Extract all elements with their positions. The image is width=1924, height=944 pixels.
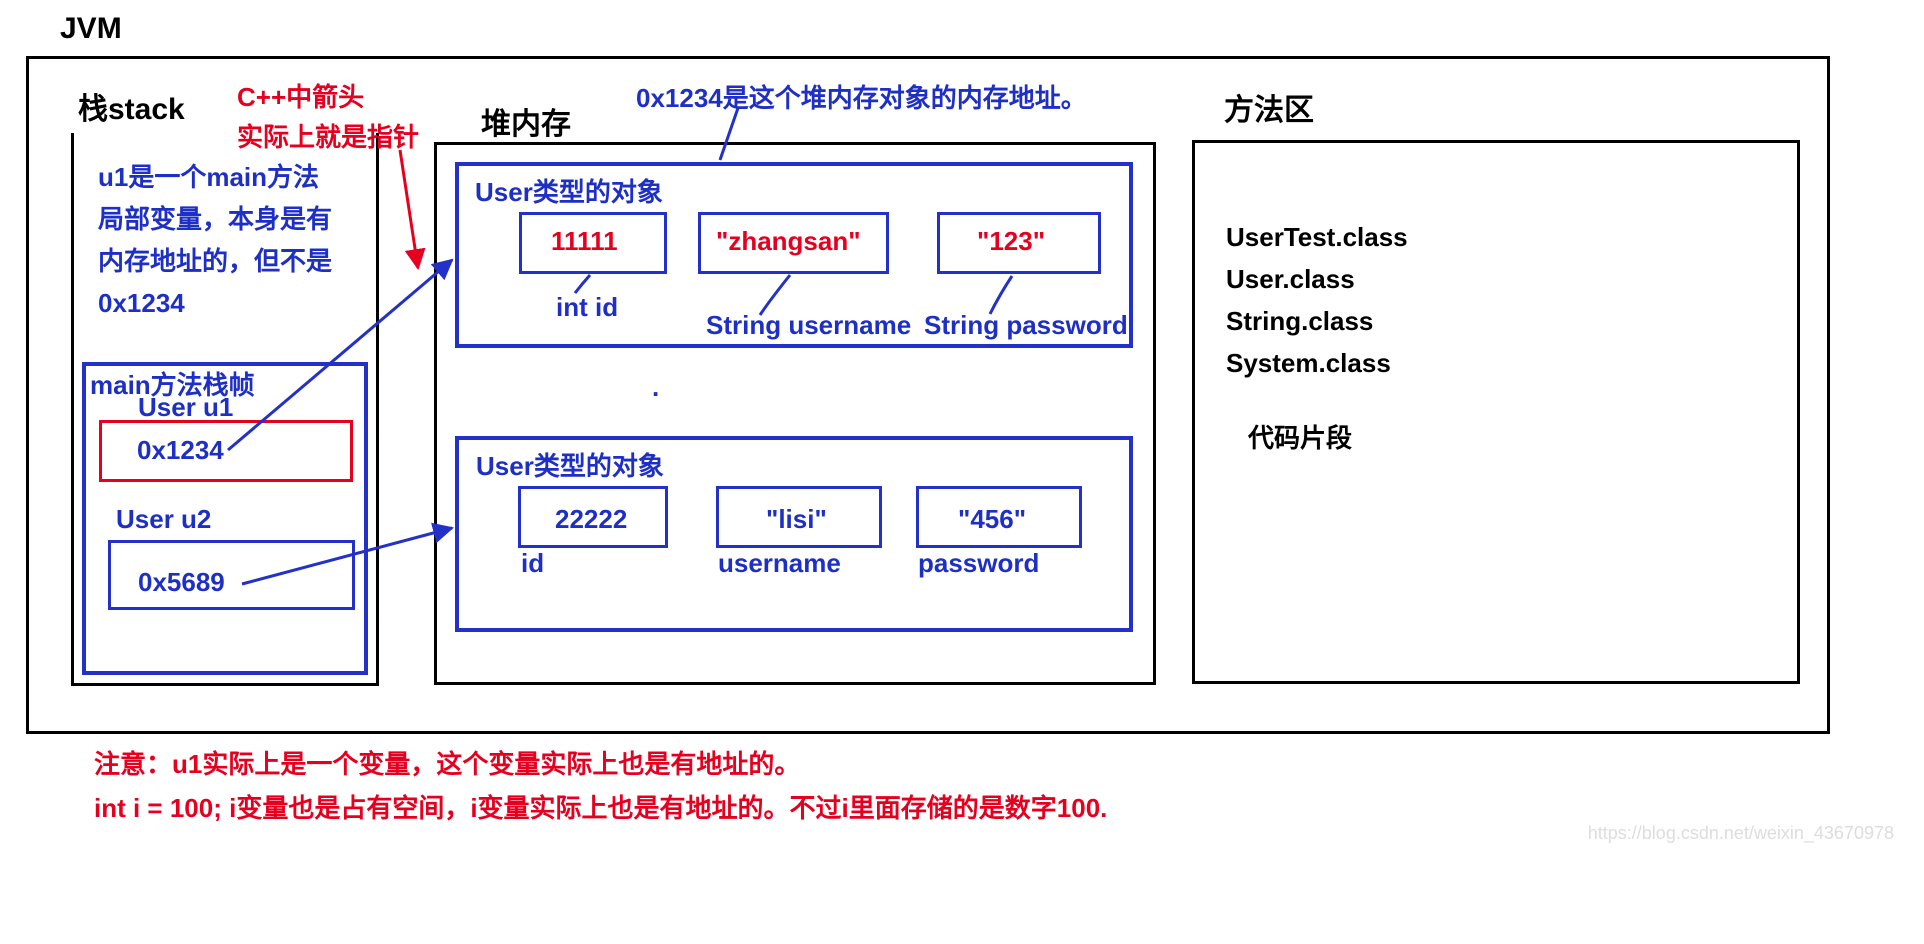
obj1-id-value: 11111 bbox=[551, 226, 618, 257]
obj1-username-label: String username bbox=[706, 310, 911, 341]
obj2-username-value: "lisi" bbox=[766, 504, 827, 535]
footer-note-2: int i = 100; i变量也是占有空间，i变量实际上也是有地址的。不过i里… bbox=[94, 788, 1107, 825]
stack-title: 栈stack bbox=[78, 84, 185, 128]
watermark: https://blog.csdn.net/weixin_43670978 bbox=[1588, 823, 1894, 844]
footer-note-1: 注意：u1实际上是一个变量，这个变量实际上也是有地址的。 bbox=[94, 744, 800, 781]
code-fragment-label: 代码片段 bbox=[1248, 418, 1352, 455]
obj2-title: User类型的对象 bbox=[476, 446, 664, 483]
obj1-password-label: String password bbox=[924, 310, 1128, 341]
obj1-id-label: int id bbox=[556, 292, 618, 323]
obj2-id-label: id bbox=[521, 548, 544, 579]
u2-label: User u2 bbox=[116, 504, 211, 535]
u2-value: 0x5689 bbox=[138, 567, 225, 598]
obj2-password-value: "456" bbox=[958, 504, 1026, 535]
obj1-password-value: "123" bbox=[977, 226, 1045, 257]
heap-dot: . bbox=[652, 372, 659, 403]
stack-annotation: u1是一个main方法局部变量，本身是有内存地址的，但不是0x1234 bbox=[98, 156, 332, 324]
obj1-username-value: "zhangsan" bbox=[716, 226, 861, 257]
heap-title: 堆内存 bbox=[481, 99, 571, 143]
heap-address-note: 0x1234是这个堆内存对象的内存地址。 bbox=[636, 78, 1087, 115]
obj1-title: User类型的对象 bbox=[475, 172, 663, 209]
u1-value: 0x1234 bbox=[137, 435, 224, 466]
obj2-password-label: password bbox=[918, 548, 1039, 579]
method-area-title: 方法区 bbox=[1224, 85, 1314, 129]
u1-label: User u1 bbox=[138, 392, 233, 423]
class-list: UserTest.classUser.classString.classSyst… bbox=[1226, 216, 1408, 384]
obj2-username-label: username bbox=[718, 548, 841, 579]
obj2-id-value: 22222 bbox=[555, 504, 627, 535]
jvm-title: JVM bbox=[60, 12, 122, 46]
cpp-pointer-note: C++中箭头实际上就是指针 bbox=[237, 77, 419, 157]
